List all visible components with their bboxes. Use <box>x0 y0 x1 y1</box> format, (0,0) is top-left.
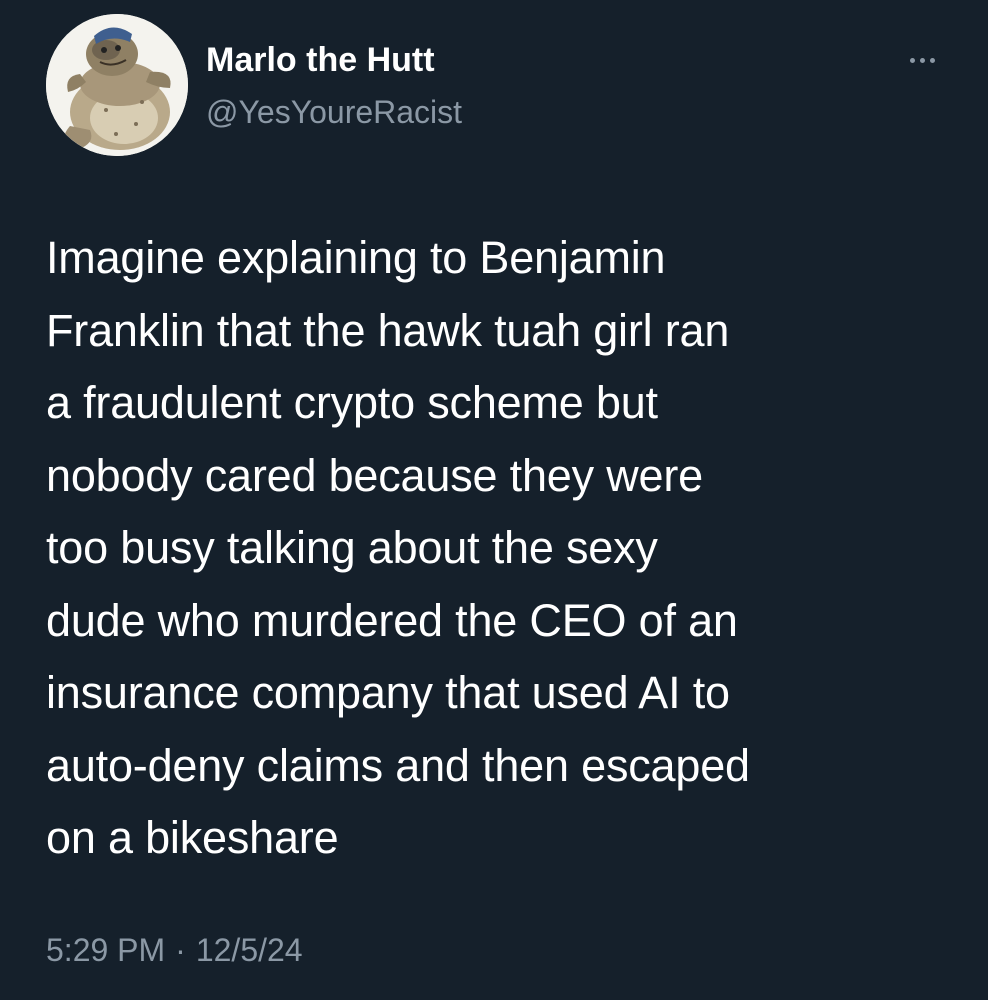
tweet-text-line: Imagine explaining to Benjamin <box>46 232 666 283</box>
display-name[interactable]: Marlo the Hutt <box>206 40 435 80</box>
avatar[interactable] <box>46 14 188 156</box>
tweet-text-line: a fraudulent crypto scheme but <box>46 377 658 428</box>
more-options-button[interactable] <box>896 44 948 76</box>
meta-separator: · <box>175 932 186 968</box>
tweet-card: Marlo the Hutt @YesYoureRacist Imagine e… <box>0 0 988 1000</box>
hutt-figurine-icon <box>46 14 188 156</box>
tweet-text-line: insurance company that used AI to <box>46 667 730 718</box>
tweet-text-line: on a bikeshare <box>46 812 339 863</box>
more-horizontal-icon-dot <box>929 57 935 63</box>
tweet-text-line: nobody cared because they were <box>46 449 703 501</box>
more-horizontal-icon <box>909 57 915 63</box>
tweet-text-line: Franklin that the hawk tuah girl ran <box>46 304 730 356</box>
user-handle[interactable]: @YesYoureRacist <box>206 92 462 132</box>
tweet-time: 5:29 PM <box>46 932 166 968</box>
tweet-text-line: too busy talking about the sexy <box>46 522 658 573</box>
tweet-date: 12/5/24 <box>195 932 303 968</box>
more-horizontal-icon-dot <box>919 57 925 63</box>
tweet-timestamp[interactable]: 5:29 PM · 12/5/24 <box>46 928 303 972</box>
tweet-text: Imagine explaining to Benjamin Franklin … <box>46 222 956 875</box>
tweet-text-line: dude who murdered the CEO of an <box>46 594 738 646</box>
tweet-text-line: auto-deny claims and then escaped <box>46 739 750 791</box>
